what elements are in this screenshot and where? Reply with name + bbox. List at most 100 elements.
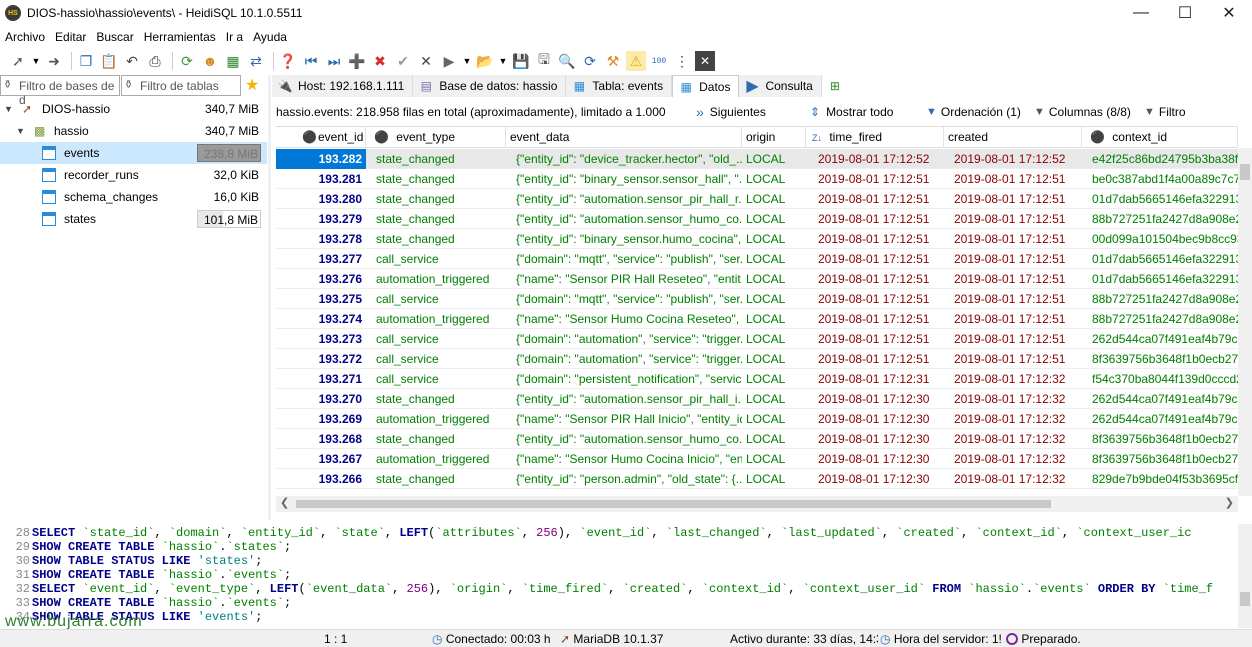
copy-icon[interactable]: ❐ — [76, 51, 96, 71]
event-data-cell[interactable]: {"name": "Sensor Humo Cocina Inicio", "e… — [506, 449, 742, 469]
clear-icon[interactable]: ⚒ — [603, 51, 623, 71]
origin-cell[interactable]: LOCAL — [742, 389, 806, 409]
event-id-cell[interactable]: 193.275 — [276, 289, 366, 309]
origin-cell[interactable]: LOCAL — [742, 229, 806, 249]
origin-cell[interactable]: LOCAL — [742, 309, 806, 329]
table-row[interactable]: 193.282 state_changed {"entity_id": "devic… — [276, 149, 1238, 169]
event-data-cell[interactable]: {"entity_id": "automation.sensor_pir_hal… — [506, 389, 742, 409]
created-cell[interactable]: 2019-08-01 17:12:32 — [944, 409, 1082, 429]
event-id-cell[interactable]: 193.282 — [276, 149, 366, 169]
event-data-cell[interactable]: {"entity_id": "binary_sensor.sensor_hall… — [506, 169, 742, 189]
event-id-cell[interactable]: 193.274 — [276, 309, 366, 329]
column-header-created[interactable]: created — [944, 127, 1082, 148]
tree-item-server[interactable]: ▼ ➚ DIOS-hassio 340,7 MiB — [0, 98, 267, 120]
event-data-cell[interactable]: {"domain": "persistent_notification", "s… — [506, 369, 742, 389]
export-icon[interactable]: ▦ — [223, 51, 243, 71]
tree-item-states[interactable]: states 101,8 MiB — [0, 208, 267, 230]
context-id-cell[interactable]: 01d7dab5665146efa322913 — [1082, 269, 1238, 289]
menu-buscar[interactable]: Buscar — [91, 30, 138, 44]
time-fired-cell[interactable]: 2019-08-01 17:12:51 — [806, 269, 944, 289]
created-cell[interactable]: 2019-08-01 17:12:52 — [944, 149, 1082, 169]
created-cell[interactable]: 2019-08-01 17:12:32 — [944, 389, 1082, 409]
event-type-cell[interactable]: state_changed — [366, 149, 506, 169]
event-type-cell[interactable]: automation_triggered — [366, 449, 506, 469]
table-row[interactable]: 193.275 call_service {"domain": "mqtt", "s… — [276, 289, 1238, 309]
context-id-cell[interactable]: 88b727251fa2427d8a908e2( — [1082, 309, 1238, 329]
event-data-cell[interactable]: {"entity_id": "binary_sensor.humo_cocina… — [506, 229, 742, 249]
created-cell[interactable]: 2019-08-01 17:12:51 — [944, 249, 1082, 269]
table-row[interactable]: 193.277 call_service {"domain": "mqtt", "s… — [276, 249, 1238, 269]
next-button[interactable]: » Siguientes — [696, 104, 766, 120]
origin-cell[interactable]: LOCAL — [742, 449, 806, 469]
column-header-event-type[interactable]: ⚫ event_type — [366, 127, 506, 148]
user-manager-icon[interactable]: ☻ — [200, 51, 220, 71]
table-row[interactable]: 193.274 automation_triggered {"name": "Sen… — [276, 309, 1238, 329]
menu-archivo[interactable]: Archivo — [0, 30, 50, 44]
created-cell[interactable]: 2019-08-01 17:12:32 — [944, 469, 1082, 489]
event-type-cell[interactable]: state_changed — [366, 229, 506, 249]
event-id-cell[interactable]: 193.278 — [276, 229, 366, 249]
context-id-cell[interactable]: 00d099a101504bec9b8cc93f — [1082, 229, 1238, 249]
context-id-cell[interactable]: f54c370ba8044f139d0cccd2( — [1082, 369, 1238, 389]
origin-cell[interactable]: LOCAL — [742, 469, 806, 489]
time-fired-cell[interactable]: 2019-08-01 17:12:52 — [806, 149, 944, 169]
scrollbar-thumb[interactable] — [1240, 592, 1250, 606]
last-record-icon[interactable]: ⏭ — [324, 51, 344, 71]
context-id-cell[interactable]: 829de7b9bde04f53b3695cfc — [1082, 469, 1238, 489]
column-header-origin[interactable]: origin — [742, 127, 806, 148]
tree-item-events[interactable]: events 238,8 MiB — [0, 142, 267, 164]
event-id-cell[interactable]: 193.269 — [276, 409, 366, 429]
menu-ir-a[interactable]: Ir a — [221, 30, 248, 44]
event-id-cell[interactable]: 193.266 — [276, 469, 366, 489]
table-row[interactable]: 193.273 call_service {"domain": "automatio… — [276, 329, 1238, 349]
event-type-cell[interactable]: state_changed — [366, 209, 506, 229]
context-id-cell[interactable]: 01d7dab5665146efa322913 — [1082, 189, 1238, 209]
event-id-cell[interactable]: 193.280 — [276, 189, 366, 209]
context-id-cell[interactable]: 8f3639756b3648f1b0ecb271 — [1082, 349, 1238, 369]
table-row[interactable]: 193.272 call_service {"domain": "automatio… — [276, 349, 1238, 369]
time-fired-cell[interactable]: 2019-08-01 17:12:51 — [806, 209, 944, 229]
event-id-cell[interactable]: 193.272 — [276, 349, 366, 369]
event-type-cell[interactable]: automation_triggered — [366, 269, 506, 289]
tab-data[interactable]: ▦ Datos — [672, 75, 740, 97]
time-fired-cell[interactable]: 2019-08-01 17:12:51 — [806, 169, 944, 189]
event-data-cell[interactable]: {"entity_id": "automation.sensor_pir_hal… — [506, 189, 742, 209]
column-header-context-id[interactable]: ⚫ context_id — [1082, 127, 1238, 148]
cancel-icon[interactable]: ✕ — [416, 51, 436, 71]
horizontal-scrollbar[interactable]: ❮ ❯ — [276, 496, 1238, 512]
origin-cell[interactable]: LOCAL — [742, 249, 806, 269]
open-folder-icon[interactable]: 📂 — [475, 51, 495, 71]
origin-cell[interactable]: LOCAL — [742, 329, 806, 349]
event-type-cell[interactable]: state_changed — [366, 429, 506, 449]
dropdown-arrow-icon[interactable]: ▼ — [31, 51, 41, 71]
event-data-cell[interactable]: {"domain": "mqtt", "service": "publish",… — [506, 249, 742, 269]
created-cell[interactable]: 2019-08-01 17:12:51 — [944, 269, 1082, 289]
close-tab-icon[interactable]: ✕ — [695, 51, 715, 71]
tree-item-recorder-runs[interactable]: recorder_runs 32,0 KiB — [0, 164, 267, 186]
created-cell[interactable]: 2019-08-01 17:12:32 — [944, 429, 1082, 449]
time-fired-cell[interactable]: 2019-08-01 17:12:30 — [806, 449, 944, 469]
event-id-cell[interactable]: 193.273 — [276, 329, 366, 349]
help-icon[interactable]: ❓ — [278, 51, 298, 71]
event-data-cell[interactable]: {"name": "Sensor Humo Cocina Reseteo", "… — [506, 309, 742, 329]
table-row[interactable]: 193.280 state_changed {"entity_id": "autom… — [276, 189, 1238, 209]
add-record-icon[interactable]: ➕ — [347, 51, 367, 71]
event-type-cell[interactable]: automation_triggered — [366, 309, 506, 329]
tree-item-database[interactable]: ▼ ▩ hassio 340,7 MiB — [0, 120, 267, 142]
table-row[interactable]: 193.279 state_changed {"entity_id": "autom… — [276, 209, 1238, 229]
origin-cell[interactable]: LOCAL — [742, 429, 806, 449]
event-type-cell[interactable]: state_changed — [366, 169, 506, 189]
table-row[interactable]: 193.271 call_service {"domain": "persisten… — [276, 369, 1238, 389]
event-data-cell[interactable]: {"domain": "automation", "service": "tri… — [506, 349, 742, 369]
minimize-button[interactable]: — — [1118, 0, 1164, 26]
origin-cell[interactable]: LOCAL — [742, 149, 806, 169]
origin-cell[interactable]: LOCAL — [742, 369, 806, 389]
columns-button[interactable]: ▼ Columnas (8/8) — [1034, 105, 1131, 119]
find-next-icon[interactable]: ⟳ — [580, 51, 600, 71]
tab-table[interactable]: ▦ Tabla: events — [566, 75, 673, 97]
event-data-cell[interactable]: {"entity_id": "person.admin", "old_state… — [506, 469, 742, 489]
maximize-button[interactable]: ☐ — [1162, 0, 1208, 26]
created-cell[interactable]: 2019-08-01 17:12:51 — [944, 289, 1082, 309]
created-cell[interactable]: 2019-08-01 17:12:32 — [944, 369, 1082, 389]
print-icon[interactable]: ⎙ — [145, 51, 165, 71]
